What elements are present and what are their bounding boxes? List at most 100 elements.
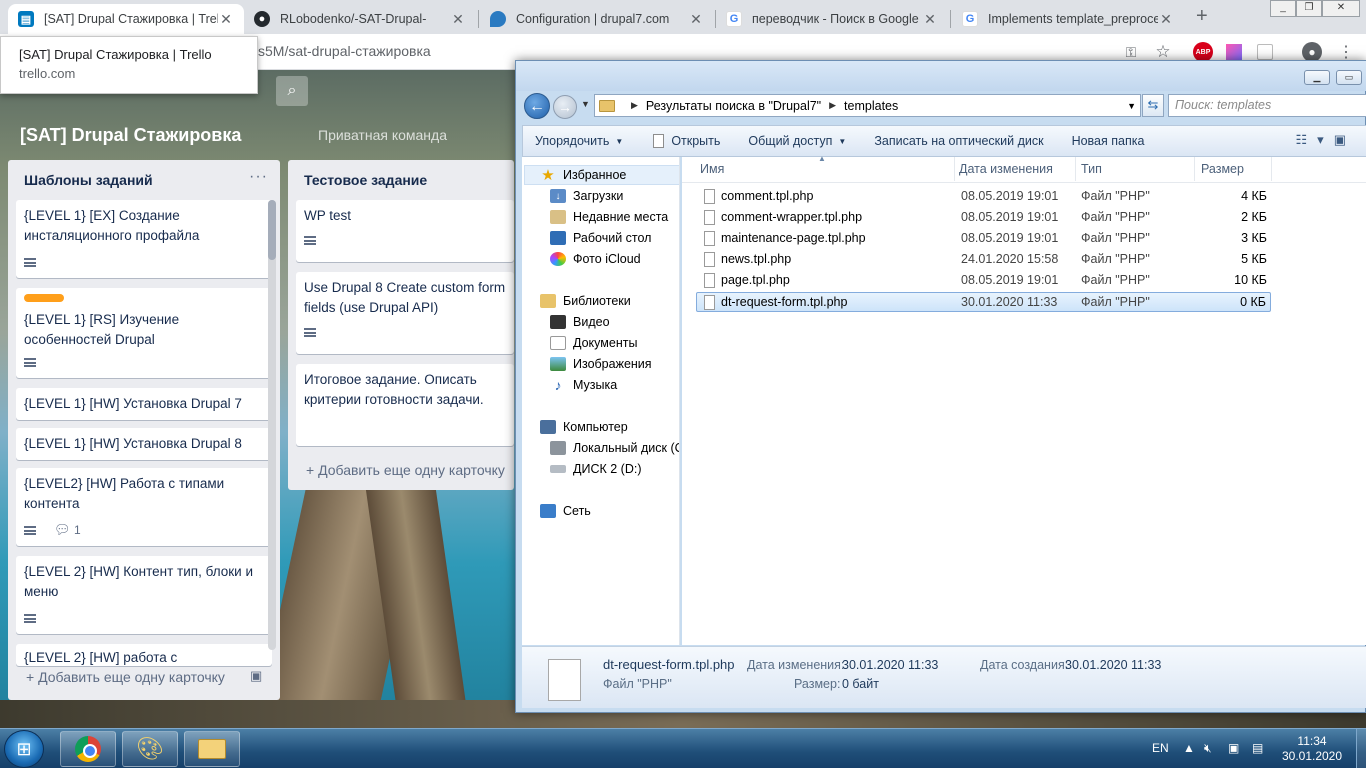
column-size[interactable]: Размер <box>1201 162 1244 176</box>
column-date[interactable]: Дата изменения <box>959 162 1053 176</box>
search-icon[interactable]: ⌕ <box>276 76 308 106</box>
card[interactable]: {LEVEL 1} [HW] Установка Drupal 8 <box>16 428 272 460</box>
list-test-task: Тестовое задание WP test Use Drupal 8 Cr… <box>288 160 514 490</box>
nav-favorites[interactable]: ★ Избранное <box>540 167 626 184</box>
nav-computer[interactable]: Компьютер <box>540 420 628 434</box>
extension-box-icon[interactable] <box>1257 44 1273 60</box>
close-tab-icon[interactable]: ✕ <box>218 11 234 28</box>
volume-muted-icon[interactable]: 🔇︎ <box>1204 741 1212 756</box>
card-template-icon[interactable]: ▣ <box>250 668 262 684</box>
nav-video[interactable]: Видео <box>550 315 610 329</box>
file-row[interactable]: comment-wrapper.tpl.php 08.05.2019 19:01… <box>697 208 1271 228</box>
minimize-button[interactable]: _ <box>1270 0 1296 17</box>
nav-music[interactable]: ♪ Музыка <box>550 377 618 393</box>
file-row[interactable]: news.tpl.php 24.01.2020 15:58 Файл "PHP"… <box>697 250 1271 270</box>
breadcrumb-templates[interactable]: templates <box>844 99 898 113</box>
card[interactable]: {LEVEL 2} [HW] Контент тип, блоки и меню <box>16 556 272 634</box>
card[interactable]: {LEVEL2} [HW] Работа с типами контента 💬… <box>16 468 272 546</box>
card[interactable]: {LEVEL 1} [HW] Установка Drupal 7 <box>16 388 272 420</box>
add-card-button[interactable]: + Добавить еще одну карточку <box>26 669 225 685</box>
nav-images[interactable]: Изображения <box>550 357 652 371</box>
nav-disk2[interactable]: ДИСК 2 (D:) <box>550 462 641 476</box>
card[interactable]: {LEVEL 1} [EX] Создание инсталяционного … <box>16 200 272 278</box>
file-row-selected[interactable]: dt-request-form.tpl.php 30.01.2020 11:33… <box>696 292 1271 312</box>
nav-recent[interactable]: Недавние места <box>550 210 668 224</box>
add-card-button[interactable]: + Добавить еще одну карточку <box>306 462 505 478</box>
forward-button[interactable]: → <box>553 95 577 119</box>
search-input[interactable]: Поиск: templates <box>1168 94 1366 117</box>
new-folder-button[interactable]: Новая папка <box>1058 134 1159 148</box>
taskbar-chrome[interactable] <box>60 731 116 767</box>
list-menu-icon[interactable]: ··· <box>249 168 268 186</box>
system-clock[interactable]: 11:34 30.01.2020 <box>1280 734 1344 764</box>
breadcrumb-search-results[interactable]: Результаты поиска в "Drupal7" <box>646 99 821 113</box>
adblock-icon[interactable]: ABP <box>1193 42 1213 62</box>
list-title[interactable]: Тестовое задание <box>304 172 427 188</box>
list-scrollbar[interactable] <box>268 200 276 650</box>
power-tray-icon[interactable]: ▤ <box>1252 741 1263 755</box>
column-name[interactable]: Имя <box>700 162 724 176</box>
file-row[interactable]: maintenance-page.tpl.php 08.05.2019 19:0… <box>697 229 1271 249</box>
tab-trello[interactable]: ▤ [SAT] Drupal Стажировка | Trell ✕ <box>8 4 244 34</box>
file-row[interactable]: comment.tpl.php 08.05.2019 19:01 Файл "P… <box>697 187 1271 207</box>
new-tab-button[interactable]: + <box>1196 5 1208 28</box>
nav-libraries[interactable]: Библиотеки <box>540 294 631 308</box>
language-indicator[interactable]: EN <box>1152 741 1169 755</box>
recent-locations-dropdown[interactable]: ▼ <box>581 99 590 109</box>
maximize-button[interactable]: ❐ <box>1296 0 1322 17</box>
nav-downloads[interactable]: ↓ Загрузки <box>550 189 623 203</box>
extension-icon[interactable] <box>1226 44 1242 60</box>
burn-disc-button[interactable]: Записать на оптический диск <box>860 134 1057 148</box>
url-bar[interactable]: s5M/sat-drupal-стажировка <box>258 43 431 59</box>
card[interactable]: {LEVEL 2} [HW] работа с <box>16 644 272 666</box>
back-button[interactable]: ← <box>524 93 550 119</box>
nav-desktop[interactable]: Рабочий стол <box>550 231 651 245</box>
card[interactable]: Use Drupal 8 Create custom form fields (… <box>296 272 514 354</box>
description-icon <box>24 358 36 367</box>
close-tab-icon[interactable]: ✕ <box>1158 11 1174 28</box>
card[interactable]: WP test <box>296 200 514 262</box>
tab-github[interactable]: ● RLobodenko/-SAT-Drupal- ✕ <box>244 4 476 34</box>
team-visibility-label[interactable]: Приватная команда <box>318 127 447 143</box>
refresh-icon[interactable]: ⇆ <box>1142 94 1164 117</box>
scrollbar-thumb[interactable] <box>268 200 276 260</box>
explorer-maximize-button[interactable]: ▭ <box>1336 70 1362 85</box>
explorer-minimize-button[interactable]: ▁ <box>1304 70 1330 85</box>
taskbar-paint[interactable]: 🎨︎ <box>122 731 178 767</box>
nav-network[interactable]: Сеть <box>540 504 591 518</box>
close-tab-icon[interactable]: ✕ <box>688 11 704 28</box>
tab-google-translate[interactable]: G переводчик - Поиск в Google ✕ <box>716 4 948 34</box>
close-window-button[interactable]: ✕ <box>1322 0 1360 17</box>
open-button[interactable]: Открыть <box>637 134 734 148</box>
column-type[interactable]: Тип <box>1081 162 1102 176</box>
network-tray-icon[interactable]: ▣ <box>1228 741 1239 755</box>
share-button[interactable]: Общий доступ ▼ <box>734 134 860 148</box>
explorer-titlebar[interactable]: ▁ ▭ <box>516 61 1366 91</box>
view-options-icons[interactable]: ☷▾▣ <box>1296 132 1356 148</box>
address-bar[interactable]: ▶ Результаты поиска в "Drupal7" ▶ templa… <box>594 94 1141 117</box>
video-icon <box>550 315 566 329</box>
list-title[interactable]: Шаблоны заданий <box>24 172 153 188</box>
card[interactable]: {LEVEL 1} [RS] Изучение особенностей Dru… <box>16 288 272 378</box>
organize-button[interactable]: Упорядочить ▼ <box>523 134 637 148</box>
nav-local-disk[interactable]: Локальный диск (C <box>550 441 679 455</box>
profile-avatar[interactable]: ● <box>1302 42 1322 62</box>
nav-icloud[interactable]: Фото iCloud <box>550 252 641 266</box>
close-tab-icon[interactable]: ✕ <box>922 11 938 28</box>
key-icon[interactable]: ⚿ <box>1121 42 1141 62</box>
start-button[interactable]: ⊞ <box>4 730 44 768</box>
card[interactable]: Итоговое задание. Описать критерии готов… <box>296 364 514 446</box>
board-title[interactable]: [SAT] Drupal Стажировка <box>20 125 241 146</box>
taskbar-explorer[interactable] <box>184 731 240 767</box>
star-icon[interactable]: ☆ <box>1153 42 1173 62</box>
close-tab-icon[interactable]: ✕ <box>450 11 466 28</box>
show-desktop-button[interactable] <box>1356 729 1366 768</box>
detail-created-value: 30.01.2020 11:33 <box>1065 658 1162 672</box>
tab-drupal[interactable]: Configuration | drupal7.com ✕ <box>480 4 714 34</box>
tab-google-preprocess[interactable]: G Implements template_preproces ✕ <box>952 4 1184 34</box>
file-row[interactable]: page.tpl.php 08.05.2019 19:01 Файл "PHP"… <box>697 271 1271 291</box>
nav-documents[interactable]: Документы <box>550 336 637 350</box>
address-dropdown-icon[interactable]: ▼ <box>1127 101 1136 111</box>
show-hidden-icons[interactable]: ▲ <box>1183 741 1195 755</box>
menu-kebab-icon[interactable]: ⋮ <box>1336 42 1356 62</box>
